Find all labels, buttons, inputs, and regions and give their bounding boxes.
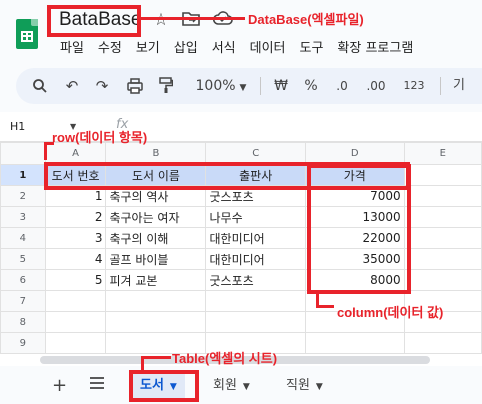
- all-sheets-menu-icon[interactable]: [89, 375, 105, 395]
- column-callout-line-horizontal: [316, 305, 334, 308]
- sheet-tab-label: 직원: [286, 378, 310, 393]
- move-folder-icon[interactable]: [180, 10, 202, 31]
- cell[interactable]: [44, 290, 107, 312]
- menu-bar: 파일 수정 보기 삽입 서식 데이터 도구 확장 프로그램: [60, 37, 427, 56]
- cell-publisher[interactable]: 대한미디어: [205, 248, 306, 270]
- sheet-tab-label: 회원: [213, 378, 237, 393]
- row-header[interactable]: 3: [0, 206, 46, 228]
- row-callout-line-horizontal: [44, 142, 54, 145]
- undo-icon[interactable]: ↶: [62, 74, 82, 98]
- print-icon[interactable]: [124, 74, 146, 98]
- sheet-tab-members[interactable]: 회원 ▼: [205, 373, 258, 399]
- cell-publisher[interactable]: 나무수: [205, 206, 306, 228]
- cell[interactable]: [105, 290, 207, 312]
- cell-book-no[interactable]: 4: [44, 248, 107, 270]
- cell-book-no[interactable]: 3: [44, 227, 107, 249]
- cell[interactable]: [304, 332, 405, 354]
- cell[interactable]: [105, 311, 207, 333]
- menu-extensions[interactable]: 확장 프로그램: [337, 37, 413, 56]
- row-header[interactable]: 4: [0, 227, 46, 249]
- sheet-tab-staff[interactable]: 직원 ▼: [278, 373, 331, 399]
- column-annotation: column(데이터 값): [337, 305, 444, 320]
- menu-insert[interactable]: 삽입: [174, 37, 198, 56]
- currency-format-button[interactable]: ₩: [272, 74, 290, 98]
- search-menus-icon[interactable]: [30, 74, 50, 98]
- sheets-logo-icon[interactable]: [16, 19, 38, 49]
- menu-data[interactable]: 데이터: [250, 37, 286, 56]
- cell[interactable]: [403, 164, 482, 186]
- select-all-corner[interactable]: [0, 142, 46, 165]
- cell-book-no[interactable]: 5: [44, 269, 107, 291]
- toolbar-divider: [260, 77, 261, 95]
- paint-format-icon[interactable]: [156, 74, 176, 98]
- cell[interactable]: [403, 269, 482, 291]
- row-header[interactable]: 2: [0, 185, 46, 207]
- menu-edit[interactable]: 수정: [98, 37, 122, 56]
- cell[interactable]: [205, 311, 306, 333]
- redo-icon[interactable]: ↷: [92, 74, 112, 98]
- menu-tools[interactable]: 도구: [300, 37, 324, 56]
- menu-view[interactable]: 보기: [136, 37, 160, 56]
- star-icon[interactable]: ☆: [150, 10, 172, 30]
- cell[interactable]: [44, 311, 107, 333]
- cell[interactable]: [403, 332, 482, 354]
- cell-book-name[interactable]: 축구의 이해: [105, 227, 207, 249]
- toolbar: ↶ ↷ 100% ▼ ₩ % .0 .00 123 기: [16, 68, 482, 104]
- column-highlight-box: [307, 164, 411, 294]
- zoom-select[interactable]: 100% ▼: [192, 74, 250, 98]
- chevron-down-icon: ▼: [239, 83, 247, 93]
- cell-book-name[interactable]: 골프 바이블: [105, 248, 207, 270]
- toolbar-divider: [440, 77, 441, 95]
- row-header[interactable]: 5: [0, 248, 46, 270]
- percent-format-button[interactable]: %: [302, 74, 320, 98]
- menu-format[interactable]: 서식: [212, 37, 236, 56]
- cell-book-name[interactable]: 축구아는 여자: [105, 206, 207, 228]
- column-header-e[interactable]: E: [403, 142, 482, 165]
- database-callout-line: [141, 17, 245, 20]
- cell-book-name[interactable]: 피겨 교본: [105, 269, 207, 291]
- cell[interactable]: [403, 185, 482, 207]
- row-annotation: row(데이터 항목): [52, 130, 148, 145]
- database-annotation: DataBase(엑셀파일): [248, 12, 364, 27]
- decrease-decimal-button[interactable]: .0: [332, 74, 352, 98]
- table-highlight-box: [129, 370, 199, 402]
- name-box[interactable]: H1: [10, 120, 25, 133]
- chevron-down-icon[interactable]: ▼: [316, 382, 323, 392]
- row-header[interactable]: 7: [0, 290, 46, 312]
- cell[interactable]: [403, 206, 482, 228]
- cell-publisher[interactable]: 대한미디어: [205, 227, 306, 249]
- cell[interactable]: [205, 290, 306, 312]
- table-annotation: Table(엑셀의 시트): [172, 351, 278, 366]
- font-select[interactable]: 기: [450, 74, 468, 98]
- row-header[interactable]: 9: [0, 332, 46, 354]
- row-header[interactable]: 6: [0, 269, 46, 291]
- cell[interactable]: [44, 332, 107, 354]
- cell-book-no[interactable]: 2: [44, 206, 107, 228]
- row-header[interactable]: 1: [0, 164, 46, 186]
- menu-file[interactable]: 파일: [60, 37, 84, 56]
- table-callout-line-horizontal: [141, 356, 171, 359]
- zoom-value: 100%: [195, 78, 236, 94]
- cell[interactable]: [403, 248, 482, 270]
- more-formats-button[interactable]: 123: [402, 74, 426, 98]
- database-highlight-box: [47, 5, 141, 37]
- cell[interactable]: [403, 227, 482, 249]
- add-sheet-icon[interactable]: +: [52, 375, 67, 396]
- sheet-tabs-bar: + 도서 ▼ 회원 ▼ 직원 ▼: [0, 366, 482, 404]
- increase-decimal-label: .00: [366, 79, 386, 93]
- increase-decimal-button[interactable]: .00: [362, 74, 390, 98]
- cell-publisher[interactable]: 굿스포츠: [205, 269, 306, 291]
- chevron-down-icon[interactable]: ▼: [243, 382, 250, 392]
- row-header[interactable]: 8: [0, 311, 46, 333]
- decrease-decimal-label: .0: [336, 79, 348, 93]
- cloud-status-icon[interactable]: [212, 10, 234, 31]
